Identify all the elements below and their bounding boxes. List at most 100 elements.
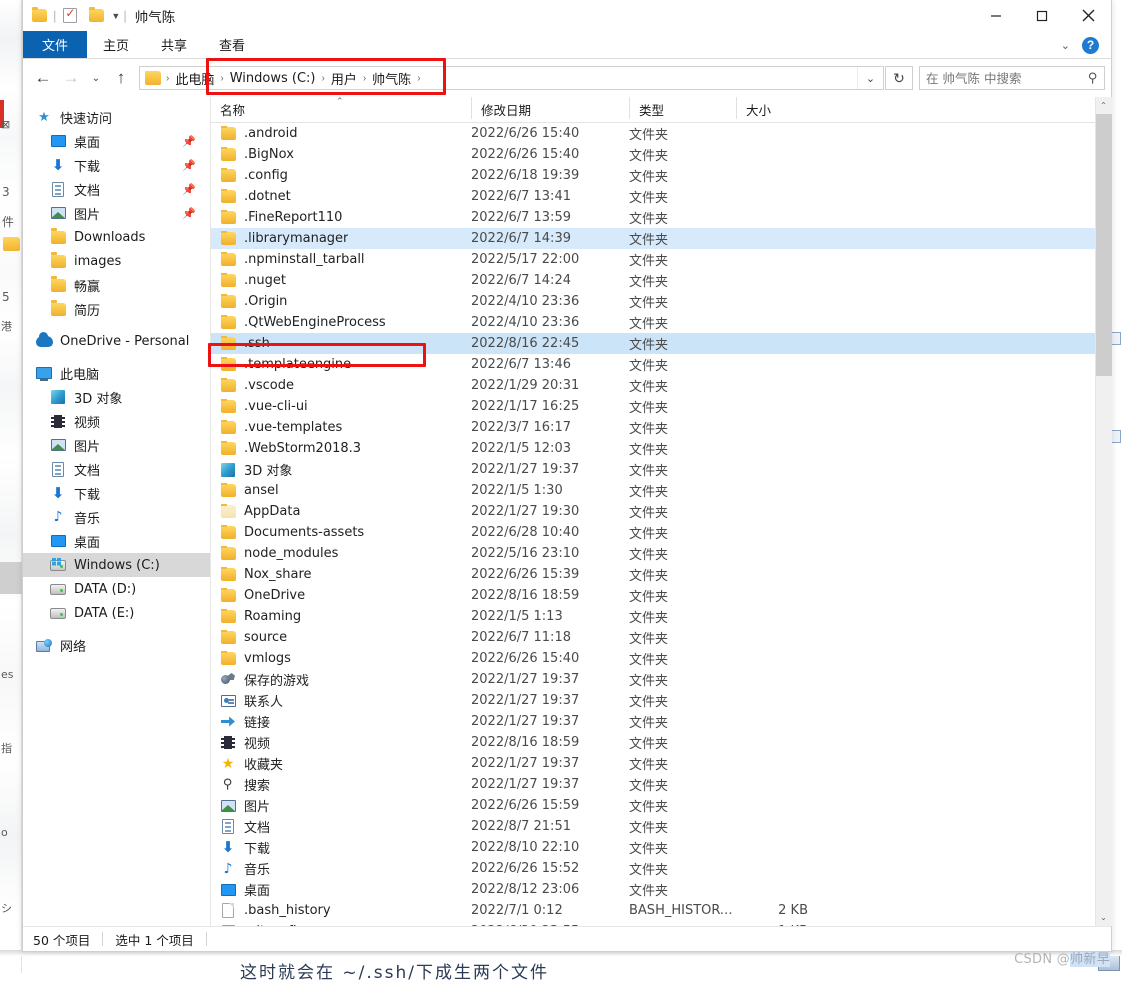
sidebar-item-3d-objects[interactable]: 3D 对象	[23, 385, 210, 409]
scrollbar-track[interactable]	[1096, 114, 1112, 909]
table-row[interactable]: .gitconfig2022/6/20 23:55Git Config 源文件1…	[211, 921, 1095, 926]
forward-button[interactable]: →	[57, 63, 85, 93]
table-row[interactable]: .Origin2022/4/10 23:36文件夹	[211, 291, 1095, 312]
column-header-date[interactable]: 修改日期	[471, 97, 629, 119]
table-row[interactable]: .WebStorm2018.32022/1/5 12:03文件夹	[211, 438, 1095, 459]
sidebar-item-data-d[interactable]: DATA (D:)	[23, 577, 210, 601]
navigation-pane[interactable]: ★ 快速访问 桌面 📌 ⬇ 下载 📌 文档 📌 图片 📌	[23, 97, 211, 926]
sidebar-item-changying[interactable]: 畅赢	[23, 273, 210, 297]
chevron-down-icon[interactable]: ⌄	[1055, 39, 1076, 52]
table-row[interactable]: ★收藏夹2022/1/27 19:37文件夹	[211, 753, 1095, 774]
help-icon[interactable]: ?	[1082, 37, 1099, 54]
tab-file[interactable]: 文件	[23, 31, 87, 58]
file-rows[interactable]: .android2022/6/26 15:40文件夹.BigNox2022/6/…	[211, 123, 1095, 926]
table-row[interactable]: .BigNox2022/6/26 15:40文件夹	[211, 144, 1095, 165]
table-row[interactable]: .FineReport1102022/6/7 13:59文件夹	[211, 207, 1095, 228]
new-folder-icon[interactable]	[83, 3, 109, 29]
up-button[interactable]: ↑	[107, 63, 135, 93]
table-row[interactable]: .librarymanager2022/6/7 14:39文件夹	[211, 228, 1095, 249]
maximize-button[interactable]	[1019, 0, 1065, 31]
tab-share[interactable]: 共享	[145, 31, 203, 58]
table-row[interactable]: 视频2022/8/16 18:59文件夹	[211, 732, 1095, 753]
pin-icon[interactable]: 📌	[182, 135, 196, 148]
search-box[interactable]: ⚲	[919, 66, 1105, 90]
table-row[interactable]: .dotnet2022/6/7 13:41文件夹	[211, 186, 1095, 207]
vertical-scrollbar[interactable]: ⌃ ⌄	[1095, 97, 1111, 926]
table-row[interactable]: .vue-cli-ui2022/1/17 16:25文件夹	[211, 396, 1095, 417]
breadcrumb-separator[interactable]: ›	[416, 73, 421, 84]
table-row[interactable]: 联系人2022/1/27 19:37文件夹	[211, 690, 1095, 711]
search-icon[interactable]: ⚲	[1088, 70, 1098, 86]
search-input[interactable]	[926, 71, 1088, 86]
sidebar-item-this-pc[interactable]: 此电脑	[23, 361, 210, 385]
table-row[interactable]: .QtWebEngineProcess2022/4/10 23:36文件夹	[211, 312, 1095, 333]
sidebar-item-music[interactable]: ♪ 音乐	[23, 505, 210, 529]
table-row[interactable]: 3D 对象2022/1/27 19:37文件夹	[211, 459, 1095, 480]
table-row[interactable]: 保存的游戏2022/1/27 19:37文件夹	[211, 669, 1095, 690]
tab-view[interactable]: 查看	[203, 31, 261, 58]
sidebar-item-network[interactable]: 网络	[23, 633, 210, 657]
close-button[interactable]	[1065, 0, 1111, 31]
sidebar-item-images[interactable]: images	[23, 249, 210, 273]
sidebar-item-documents-pc[interactable]: 文档	[23, 457, 210, 481]
table-row[interactable]: .nuget2022/6/7 14:24文件夹	[211, 270, 1095, 291]
column-header-name[interactable]: 名称 ⌃	[211, 97, 471, 119]
sidebar-item-pictures[interactable]: 图片 📌	[23, 201, 210, 225]
customize-caret-icon[interactable]: ▼	[109, 11, 122, 21]
table-row[interactable]: .templateengine2022/6/7 13:46文件夹	[211, 354, 1095, 375]
sidebar-item-documents[interactable]: 文档 📌	[23, 177, 210, 201]
table-row[interactable]: ♪音乐2022/6/26 15:52文件夹	[211, 858, 1095, 879]
table-row[interactable]: OneDrive2022/8/16 18:59文件夹	[211, 585, 1095, 606]
tab-home[interactable]: 主页	[87, 31, 145, 58]
table-row[interactable]: 图片2022/6/26 15:59文件夹	[211, 795, 1095, 816]
sidebar-item-data-e[interactable]: DATA (E:)	[23, 601, 210, 625]
table-row[interactable]: vmlogs2022/6/26 15:40文件夹	[211, 648, 1095, 669]
minimize-button[interactable]	[973, 0, 1019, 31]
sidebar-item-desktop-pc[interactable]: 桌面	[23, 529, 210, 553]
table-row[interactable]: ⬇下载2022/8/10 22:10文件夹	[211, 837, 1095, 858]
properties-icon[interactable]	[57, 3, 83, 29]
sidebar-item-quick-access[interactable]: ★ 快速访问	[23, 105, 210, 129]
pin-icon[interactable]: 📌	[182, 159, 196, 172]
address-dropdown-icon[interactable]: ⌄	[857, 67, 883, 89]
table-row[interactable]: .android2022/6/26 15:40文件夹	[211, 123, 1095, 144]
table-row[interactable]: ⚲搜索2022/1/27 19:37文件夹	[211, 774, 1095, 795]
scroll-down-button[interactable]: ⌄	[1096, 909, 1112, 926]
sidebar-item-downloads[interactable]: ⬇ 下载 📌	[23, 153, 210, 177]
table-row[interactable]: ansel2022/1/5 1:30文件夹	[211, 480, 1095, 501]
scrollbar-thumb[interactable]	[1096, 114, 1112, 376]
sidebar-item-videos[interactable]: 视频	[23, 409, 210, 433]
table-row[interactable]: .npminstall_tarball2022/5/17 22:00文件夹	[211, 249, 1095, 270]
pin-icon[interactable]: 📌	[182, 183, 196, 196]
table-row[interactable]: .bash_history2022/7/1 0:12BASH_HISTORY .…	[211, 900, 1095, 921]
address-bar[interactable]: › 此电脑 › Windows (C:) › 用户 › 帅气陈 › ⌄	[139, 66, 884, 90]
recent-locations-button[interactable]: ⌄	[85, 63, 107, 93]
table-row[interactable]: node_modules2022/5/16 23:10文件夹	[211, 543, 1095, 564]
breadcrumb-item-users[interactable]: 用户	[326, 69, 362, 88]
sidebar-item-desktop[interactable]: 桌面 📌	[23, 129, 210, 153]
table-row[interactable]: 文档2022/8/7 21:51文件夹	[211, 816, 1095, 837]
sidebar-item-resume[interactable]: 简历	[23, 297, 210, 321]
table-row[interactable]: AppData2022/1/27 19:30文件夹	[211, 501, 1095, 522]
table-row[interactable]: .ssh2022/8/16 22:45文件夹	[211, 333, 1095, 354]
table-row[interactable]: 链接2022/1/27 19:37文件夹	[211, 711, 1095, 732]
table-row[interactable]: Roaming2022/1/5 1:13文件夹	[211, 606, 1095, 627]
table-row[interactable]: .vue-templates2022/3/7 16:17文件夹	[211, 417, 1095, 438]
sidebar-item-pictures-pc[interactable]: 图片	[23, 433, 210, 457]
breadcrumb-item-this-pc[interactable]: 此电脑	[170, 69, 219, 88]
breadcrumb-item-windows-c[interactable]: Windows (C:)	[225, 71, 321, 86]
column-header-size[interactable]: 大小	[736, 97, 820, 119]
column-header-type[interactable]: 类型	[629, 97, 736, 119]
table-row[interactable]: source2022/6/7 11:18文件夹	[211, 627, 1095, 648]
refresh-button[interactable]: ↻	[885, 66, 913, 90]
breadcrumb-item-user[interactable]: 帅气陈	[367, 69, 416, 88]
scroll-up-button[interactable]: ⌃	[1096, 97, 1112, 114]
back-button[interactable]: ←	[29, 63, 57, 93]
table-row[interactable]: .vscode2022/1/29 20:31文件夹	[211, 375, 1095, 396]
sidebar-item-onedrive[interactable]: OneDrive - Personal	[23, 329, 210, 353]
table-row[interactable]: Nox_share2022/6/26 15:39文件夹	[211, 564, 1095, 585]
table-row[interactable]: Documents-assets2022/6/28 10:40文件夹	[211, 522, 1095, 543]
pin-icon[interactable]: 📌	[182, 207, 196, 220]
table-row[interactable]: 桌面2022/8/12 23:06文件夹	[211, 879, 1095, 900]
table-row[interactable]: .config2022/6/18 19:39文件夹	[211, 165, 1095, 186]
